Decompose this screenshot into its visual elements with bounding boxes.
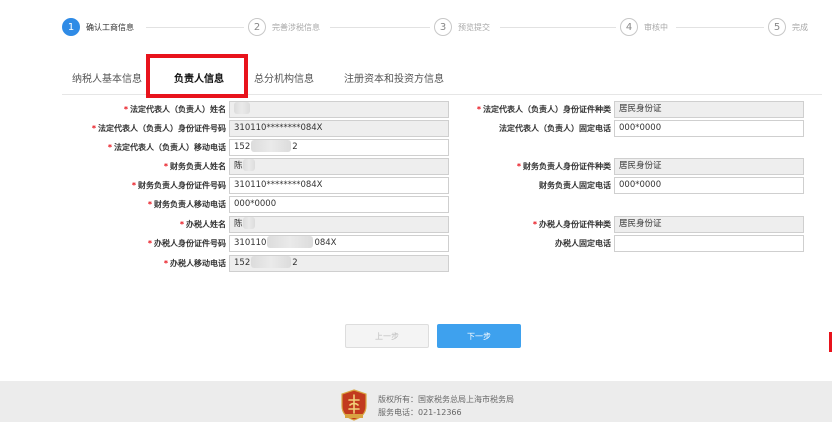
redacted-mask — [251, 256, 292, 268]
finance-head-name-field[interactable]: 陈 — [229, 157, 449, 175]
field-label: * 财务负责人身份证件号码 — [131, 180, 226, 190]
finance-head-id-type-field[interactable]: 居民身份证 — [614, 157, 804, 175]
prev-step-button[interactable]: 上一步 — [345, 324, 429, 348]
finance-head-id-number-field[interactable]: 310110********084X — [229, 176, 449, 194]
form-row: * 财务负责人身份证件种类 居民身份证 — [450, 157, 804, 175]
field-label: * 办税人移动电话 — [163, 258, 226, 268]
step-4: 4 审核中 — [620, 17, 668, 37]
form-row: * 法定代表人（负责人）移动电话 152 2 — [0, 138, 449, 156]
step-connector — [330, 27, 430, 28]
form-row: * 财务负责人身份证件号码 310110********084X — [0, 176, 449, 194]
tab-capital-investor-info[interactable]: 注册资本和投资方信息 — [344, 70, 444, 90]
form-row: * 办税人身份证件号码 310110 084X — [0, 234, 449, 252]
field-label: 办税人固定电话 — [555, 238, 611, 248]
form-row: * 法定代表人（负责人）身份证件种类 居民身份证 — [450, 100, 804, 118]
copyright-text: 版权所有：国家税务总局上海市税务局 — [378, 395, 514, 404]
tab-taxpayer-basic-info[interactable]: 纳税人基本信息 — [72, 70, 142, 90]
redacted-mask — [234, 102, 250, 114]
form-row: * 办税人姓名 陈 — [0, 215, 449, 233]
form-row: 法定代表人（负责人）固定电话 000*0000 — [450, 119, 804, 137]
field-label: 法定代表人（负责人）固定电话 — [499, 123, 611, 133]
redacted-mask — [251, 140, 292, 152]
form-row: * 办税人身份证件种类 居民身份证 — [450, 215, 804, 233]
field-label: * 办税人姓名 — [179, 219, 226, 229]
step-label: 确认工商信息 — [86, 22, 134, 32]
service-phone-text: 服务电话：021-12366 — [378, 408, 462, 417]
tab-highlight-box — [146, 54, 248, 98]
field-label: 财务负责人固定电话 — [539, 180, 611, 190]
tax-officer-id-number-field[interactable]: 310110 084X — [229, 234, 449, 252]
field-label: * 财务负责人移动电话 — [147, 199, 226, 209]
step-label: 完成 — [792, 22, 808, 32]
legal-rep-landline-field[interactable]: 000*0000 — [614, 119, 804, 137]
step-3: 3 预览提交 — [434, 17, 490, 37]
redacted-mask — [242, 217, 255, 229]
form-row: * 办税人移动电话 152 2 — [0, 254, 449, 272]
redacted-mask — [242, 159, 255, 171]
field-label: * 财务负责人姓名 — [163, 161, 226, 171]
step-label: 审核中 — [644, 22, 668, 32]
progress-steps: 1 确认工商信息 2 完善涉税信息 3 预览提交 4 审核中 5 完成 — [0, 0, 832, 52]
step-number: 5 — [768, 18, 786, 36]
step-label: 完善涉税信息 — [272, 22, 320, 32]
legal-rep-mobile-field[interactable]: 152 2 — [229, 138, 449, 156]
step-connector — [676, 27, 764, 28]
form-row: * 法定代表人（负责人）姓名 — [0, 100, 449, 118]
field-label: * 办税人身份证件号码 — [147, 238, 226, 248]
step-connector — [146, 27, 244, 28]
finance-head-landline-field[interactable]: 000*0000 — [614, 176, 804, 194]
step-2: 2 完善涉税信息 — [248, 17, 320, 37]
tax-officer-id-type-field[interactable]: 居民身份证 — [614, 215, 804, 233]
field-label: * 法定代表人（负责人）姓名 — [123, 104, 226, 114]
footer-info: 版权所有：国家税务总局上海市税务局 服务电话：021-12366 — [378, 393, 514, 419]
form-row: 财务负责人固定电话 000*0000 — [450, 176, 804, 194]
step-number: 1 — [62, 18, 80, 36]
form-row: 办税人固定电话 — [450, 234, 804, 252]
step-number: 4 — [620, 18, 638, 36]
redacted-mask — [267, 236, 314, 248]
field-label: * 法定代表人（负责人）身份证件种类 — [476, 104, 611, 114]
legal-rep-id-number-field[interactable]: 310110********084X — [229, 119, 449, 137]
finance-head-mobile-field[interactable]: 000*0000 — [229, 195, 449, 213]
field-label: * 财务负责人身份证件种类 — [516, 161, 611, 171]
form-row: * 财务负责人姓名 陈 — [0, 157, 449, 175]
form-row: * 法定代表人（负责人）身份证件号码 310110********084X — [0, 119, 449, 137]
field-label: * 法定代表人（负责人）身份证件号码 — [91, 123, 226, 133]
tax-emblem-icon — [341, 389, 367, 421]
step-5: 5 完成 — [768, 17, 808, 37]
legal-rep-id-type-field[interactable]: 居民身份证 — [614, 100, 804, 118]
step-1: 1 确认工商信息 — [62, 17, 134, 37]
field-label: * 办税人身份证件种类 — [532, 219, 611, 229]
step-label: 预览提交 — [458, 22, 490, 32]
tax-officer-landline-field[interactable] — [614, 234, 804, 252]
footer: 版权所有：国家税务总局上海市税务局 服务电话：021-12366 — [0, 381, 832, 422]
field-label: * 法定代表人（负责人）移动电话 — [107, 142, 226, 152]
step-connector — [500, 27, 616, 28]
next-step-button[interactable]: 下一步 — [437, 324, 521, 348]
step-number: 2 — [248, 18, 266, 36]
step-number: 3 — [434, 18, 452, 36]
tab-branch-info[interactable]: 总分机构信息 — [254, 70, 314, 90]
form-row: * 财务负责人移动电话 000*0000 — [0, 195, 449, 213]
tax-officer-mobile-field[interactable]: 152 2 — [229, 254, 449, 272]
tax-officer-name-field[interactable]: 陈 — [229, 215, 449, 233]
legal-rep-name-field[interactable] — [229, 100, 449, 118]
